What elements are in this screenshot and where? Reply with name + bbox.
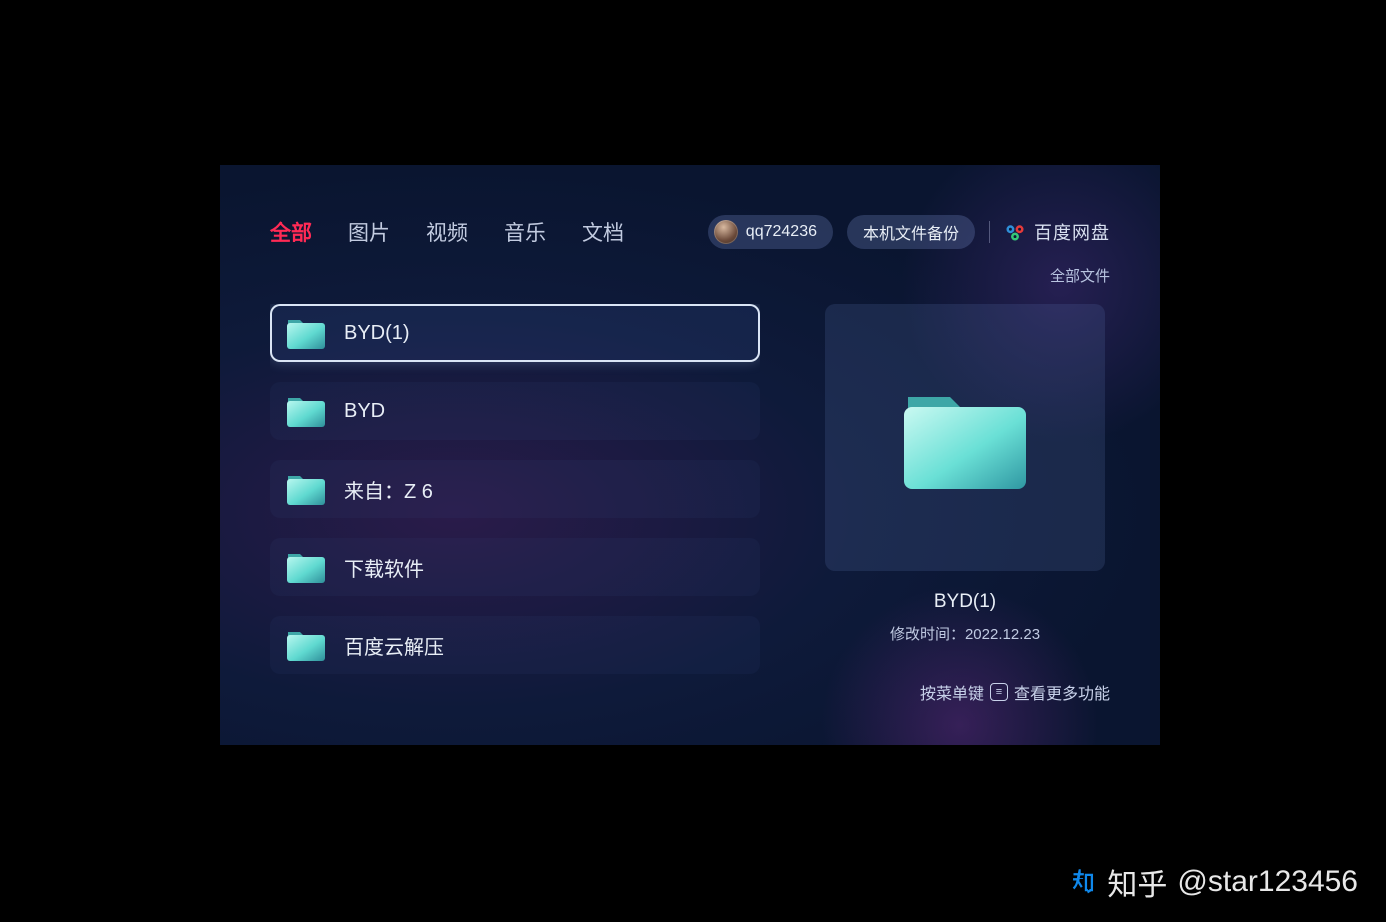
username-label: qq724236	[746, 223, 817, 241]
preview-tile	[825, 304, 1105, 571]
tab-images[interactable]: 图片	[348, 217, 390, 247]
folder-icon	[286, 316, 326, 350]
preview-name: BYD(1)	[934, 591, 996, 613]
category-tabs: 全部 图片 视频 音乐 文档	[270, 217, 624, 247]
tab-music[interactable]: 音乐	[504, 217, 546, 247]
folder-icon	[286, 472, 326, 506]
brand-label: 百度网盘	[1034, 219, 1110, 245]
zhihu-icon	[1063, 865, 1097, 899]
file-name: 来自：Z 6	[344, 475, 433, 504]
watermark-site: 知乎	[1107, 860, 1167, 904]
avatar	[714, 220, 738, 244]
header-bar: 全部 图片 视频 音乐 文档 qq724236 本机文件备份	[270, 215, 1110, 249]
main-area: BYD(1) BYD 来自：Z 6	[270, 304, 1110, 704]
header-right: qq724236 本机文件备份 百度网盘	[708, 215, 1110, 249]
backup-button[interactable]: 本机文件备份	[847, 215, 975, 249]
file-name: BYD	[344, 400, 385, 423]
file-list: BYD(1) BYD 来自：Z 6	[270, 304, 760, 704]
watermark: 知乎 @star123456	[1063, 860, 1358, 904]
header-divider	[989, 221, 990, 243]
user-pill[interactable]: qq724236	[708, 215, 833, 249]
file-name: 百度云解压	[344, 631, 444, 660]
list-item[interactable]: BYD(1)	[270, 304, 760, 362]
tab-videos[interactable]: 视频	[426, 217, 468, 247]
list-item[interactable]: 来自：Z 6	[270, 460, 760, 518]
hint-suffix: 查看更多功能	[1014, 680, 1110, 704]
preview-panel: BYD(1) 修改时间：2022.12.23 按菜单键 ≡ 查看更多功能	[820, 304, 1110, 704]
watermark-handle: @star123456	[1177, 865, 1358, 899]
meta-label: 修改时间：	[890, 626, 965, 643]
file-name: 下载软件	[344, 553, 424, 582]
backup-label: 本机文件备份	[863, 220, 959, 244]
folder-icon	[286, 550, 326, 584]
list-item[interactable]: BYD	[270, 382, 760, 440]
app-screen: 全部 图片 视频 音乐 文档 qq724236 本机文件备份	[220, 165, 1160, 745]
hint-prefix: 按菜单键	[920, 680, 984, 704]
file-name: BYD(1)	[344, 322, 410, 345]
list-item[interactable]: 百度云解压	[270, 616, 760, 674]
folder-icon	[286, 628, 326, 662]
preview-meta: 修改时间：2022.12.23	[890, 623, 1040, 644]
meta-value: 2022.12.23	[965, 626, 1040, 643]
baidu-netdisk-icon	[1004, 221, 1026, 243]
menu-key-icon: ≡	[990, 683, 1008, 701]
folder-icon	[900, 383, 1030, 493]
breadcrumb[interactable]: 全部文件	[270, 265, 1110, 286]
tab-all[interactable]: 全部	[270, 217, 312, 247]
list-item[interactable]: 下载软件	[270, 538, 760, 596]
folder-icon	[286, 394, 326, 428]
menu-hint: 按菜单键 ≡ 查看更多功能	[920, 680, 1110, 704]
tab-documents[interactable]: 文档	[582, 217, 624, 247]
brand: 百度网盘	[1004, 219, 1110, 245]
